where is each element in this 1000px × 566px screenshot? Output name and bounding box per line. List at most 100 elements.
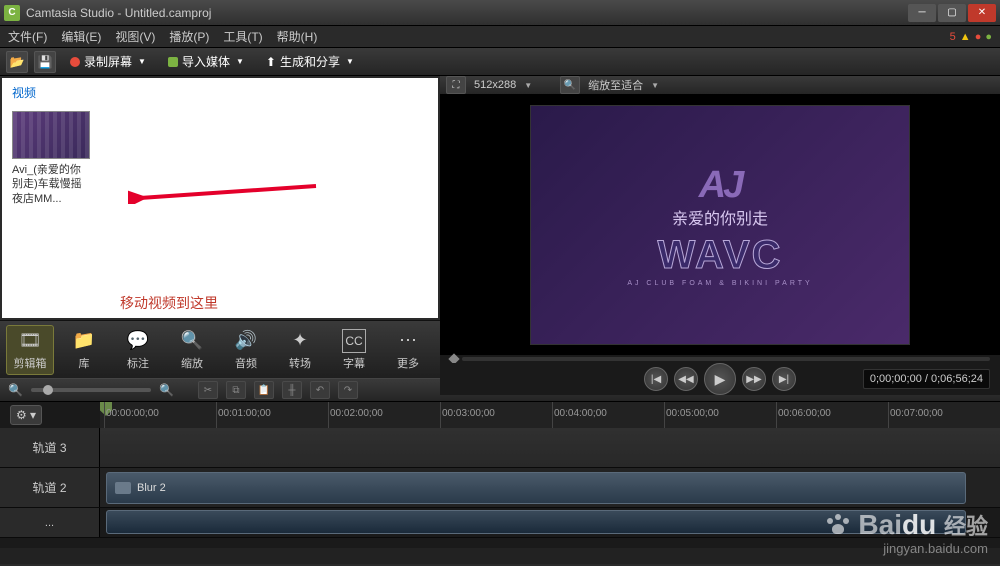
menu-view[interactable]: 视图(V): [115, 28, 155, 45]
caption-icon: CC: [342, 329, 366, 353]
scrub-bar[interactable]: [440, 355, 1000, 363]
zoom-icon: 🔍: [180, 329, 204, 353]
paste-button[interactable]: 📋: [254, 381, 274, 399]
zoom-mode-button[interactable]: 🔍: [560, 76, 580, 94]
video-brand: WAVC: [657, 233, 782, 278]
chevron-down-icon[interactable]: ▼: [651, 81, 659, 90]
scrub-track[interactable]: [462, 357, 990, 361]
next-clip-button[interactable]: ▶|: [772, 367, 796, 391]
ruler-tick-label: 00:07:00;00: [890, 408, 943, 419]
clip-thumbnail[interactable]: Avi_(亲爱的你别走)车载慢摇夜店MM...: [12, 111, 90, 206]
thumbnail-image: [12, 111, 90, 159]
minimize-button[interactable]: ─: [908, 4, 936, 22]
track-row: ...: [0, 508, 1000, 538]
menu-tools[interactable]: 工具(T): [223, 28, 262, 45]
produce-label: 生成和分享: [280, 53, 340, 70]
video-logo: AJ: [699, 164, 742, 207]
chevron-down-icon: ▼: [346, 57, 354, 66]
clipbin-icon: 🎞: [18, 329, 42, 353]
step-back-button[interactable]: ◀◀: [674, 367, 698, 391]
ruler-tick-label: 00:05:00;00: [666, 408, 719, 419]
track-label-3[interactable]: 轨道 3: [0, 428, 100, 467]
audio-icon: 🔊: [234, 329, 258, 353]
tab-clipbin[interactable]: 🎞剪辑箱: [6, 325, 54, 375]
tab-more[interactable]: ⋯更多: [384, 325, 432, 375]
more-icon: ⋯: [396, 329, 420, 353]
timeline-clip[interactable]: Blur 2: [106, 472, 966, 504]
track-content[interactable]: [100, 428, 1000, 467]
alert-icon: ●: [975, 31, 982, 43]
import-label: 导入媒体: [182, 53, 230, 70]
main-toolbar: 📂 💾 录制屏幕 ▼ 导入媒体 ▼ ⬆ 生成和分享 ▼: [0, 48, 1000, 76]
timeline-settings-button[interactable]: ⚙ ▾: [10, 405, 42, 425]
track-content[interactable]: [100, 508, 1000, 537]
menu-file[interactable]: 文件(F): [8, 28, 47, 45]
menu-help[interactable]: 帮助(H): [277, 28, 318, 45]
close-button[interactable]: ✕: [968, 4, 996, 22]
thumbnail-name: Avi_(亲爱的你别走)车载慢摇夜店MM...: [12, 163, 90, 206]
tab-transitions[interactable]: ✦转场: [276, 325, 324, 375]
menu-edit[interactable]: 编辑(E): [61, 28, 101, 45]
ruler-tick: [888, 402, 889, 428]
step-forward-button[interactable]: ▶▶: [742, 367, 766, 391]
annotation-arrow: [128, 184, 318, 204]
clipbin-tab-video[interactable]: 视频: [2, 78, 438, 107]
redo-button[interactable]: ↷: [338, 381, 358, 399]
zoom-in-icon[interactable]: 🔍: [159, 383, 174, 397]
timeline-clip[interactable]: [106, 510, 966, 534]
zoom-out-icon[interactable]: 🔍: [8, 383, 23, 397]
tab-library[interactable]: 📁库: [60, 325, 108, 375]
cut-button[interactable]: ✂: [198, 381, 218, 399]
timeline: ⚙ ▾ 00:00:00;0000:01:00;0000:02:00;0000:…: [0, 402, 1000, 564]
chevron-down-icon[interactable]: ▼: [524, 81, 532, 90]
preview-canvas[interactable]: AJ 亲爱的你别走 WAVC AJ CLUB FOAM & BIKINI PAR…: [440, 95, 1000, 355]
transition-icon: ✦: [288, 329, 312, 353]
chevron-down-icon: ▼: [138, 57, 146, 66]
split-button[interactable]: ╫: [282, 381, 302, 399]
maximize-button[interactable]: ▢: [938, 4, 966, 22]
tab-zoom[interactable]: 🔍缩放: [168, 325, 216, 375]
ruler-tick: [440, 402, 441, 428]
library-icon: 📁: [72, 329, 96, 353]
menubar: 文件(F) 编辑(E) 视图(V) 播放(P) 工具(T) 帮助(H) 5 ▲ …: [0, 26, 1000, 48]
ruler-tick: [216, 402, 217, 428]
copy-button[interactable]: ⧉: [226, 381, 246, 399]
ruler-tick-label: 00:02:00;00: [330, 408, 383, 419]
fullscreen-button[interactable]: ⛶: [446, 76, 466, 94]
notification-count: 5: [950, 31, 956, 43]
clip-icon: [115, 482, 131, 494]
tab-callouts[interactable]: 💬标注: [114, 325, 162, 375]
zoom-slider-knob[interactable]: [43, 385, 53, 395]
play-button[interactable]: ▶: [704, 363, 736, 395]
callout-icon: 💬: [126, 329, 150, 353]
notification-indicator[interactable]: 5 ▲ ● ●: [950, 31, 992, 43]
track-content[interactable]: Blur 2: [100, 468, 1000, 507]
track-row: 轨道 2 Blur 2: [0, 468, 1000, 508]
timeline-ruler[interactable]: 00:00:00;0000:01:00;0000:02:00;0000:03:0…: [100, 402, 1000, 428]
zoom-slider[interactable]: [31, 388, 151, 392]
timecode-display: 0;00;00;00 / 0;06;56;24: [863, 369, 990, 389]
save-button[interactable]: 💾: [34, 51, 56, 73]
produce-share-button[interactable]: ⬆ 生成和分享 ▼: [258, 51, 362, 73]
track-label-1[interactable]: ...: [0, 508, 100, 537]
record-label: 录制屏幕: [84, 53, 132, 70]
ruler-tick: [664, 402, 665, 428]
record-icon: [70, 57, 80, 67]
record-screen-button[interactable]: 录制屏幕 ▼: [62, 51, 154, 73]
ruler-tick: [552, 402, 553, 428]
tab-captions[interactable]: CC字幕: [330, 325, 378, 375]
track-label-2[interactable]: 轨道 2: [0, 468, 100, 507]
video-subtitle: 亲爱的你别走: [672, 205, 768, 229]
window-title: Camtasia Studio - Untitled.camproj: [26, 6, 908, 20]
ruler-tick-label: 00:04:00;00: [554, 408, 607, 419]
import-media-button[interactable]: 导入媒体 ▼: [160, 51, 252, 73]
preview-panel: ⛶ 512x288 ▼ 🔍 缩放至适合 ▼ AJ 亲爱的你别走 WAVC AJ …: [440, 76, 1000, 378]
status-icon: ●: [985, 31, 992, 43]
open-button[interactable]: 📂: [6, 51, 28, 73]
clip-name: Blur 2: [137, 482, 166, 494]
menu-play[interactable]: 播放(P): [169, 28, 209, 45]
tab-audio[interactable]: 🔊音频: [222, 325, 270, 375]
produce-icon: ⬆: [266, 55, 276, 69]
undo-button[interactable]: ↶: [310, 381, 330, 399]
prev-clip-button[interactable]: |◀: [644, 367, 668, 391]
